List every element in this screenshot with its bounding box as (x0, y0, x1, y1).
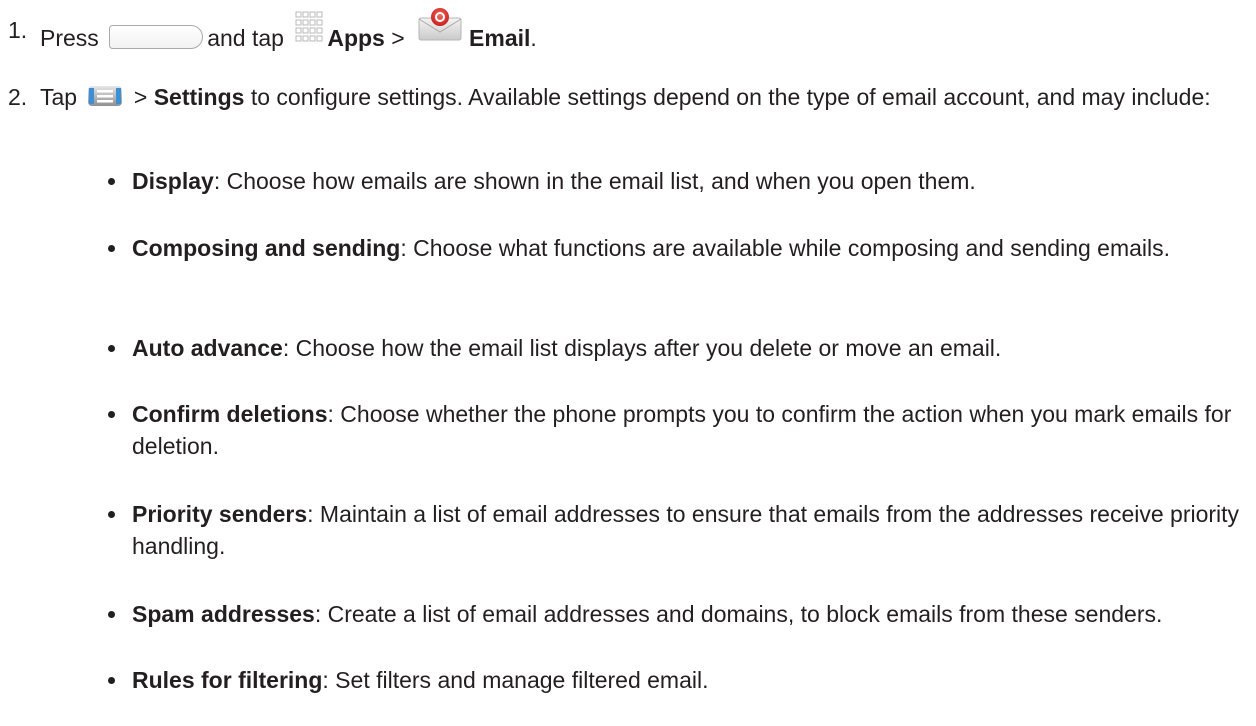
list-item-term: Priority senders (132, 501, 308, 527)
home-key-icon (109, 25, 204, 49)
list-item-desc: : Set filters and manage filtered email. (322, 667, 709, 693)
and-tap-text: and tap (207, 25, 284, 51)
list-item: Composing and sending: Choose what funct… (108, 232, 1242, 264)
menu-key-icon (88, 86, 123, 106)
bullet-icon (108, 178, 115, 185)
list-item: Confirm deletions: Choose whether the ph… (108, 398, 1242, 462)
apps-grid-icon (295, 11, 323, 42)
step-text: Press and tap Apps > Email. (40, 8, 1238, 54)
bullet-icon (108, 345, 115, 352)
settings-label: Settings (153, 84, 245, 110)
list-item-term: Spam addresses (132, 601, 315, 627)
step-1: 1. Press and tap Apps > Email. (8, 8, 1238, 54)
period: . (530, 25, 537, 51)
step-2-description: to configure settings. Available setting… (250, 84, 1211, 110)
list-item-desc: : Choose what functions are available wh… (400, 235, 1171, 261)
list-item-term: Display (132, 168, 214, 194)
list-item-desc: : Choose how the email list displays aft… (282, 335, 1002, 361)
step-2: 2. Tap > Settings to configure settings.… (8, 81, 1238, 113)
step-text: Tap > Settings to configure settings. Av… (40, 81, 1238, 113)
step-number: 1. (8, 17, 28, 43)
list-item: Display: Choose how emails are shown in … (108, 165, 1242, 197)
apps-label: Apps (327, 25, 385, 51)
email-app-icon (418, 8, 462, 41)
bullet-icon (108, 245, 115, 252)
bullet-icon (108, 411, 115, 418)
list-item: Auto advance: Choose how the email list … (108, 332, 1242, 364)
separator: > (391, 25, 405, 51)
email-label: Email (469, 25, 531, 51)
bullet-icon (108, 511, 115, 518)
tap-text: Tap (40, 84, 78, 110)
separator: > (133, 84, 148, 110)
bullet-icon (108, 677, 115, 684)
list-item: Spam addresses: Create a list of email a… (108, 598, 1242, 630)
list-item-term: Rules for filtering (132, 667, 323, 693)
instruction-page: 1. Press and tap Apps > Email. 2. Tap > … (0, 0, 1256, 726)
list-item-term: Composing and sending (132, 235, 401, 261)
list-item-desc: : Create a list of email addresses and d… (314, 601, 1163, 627)
list-item-term: Auto advance (132, 335, 283, 361)
step-number: 2. (8, 84, 28, 110)
bullet-icon (108, 611, 115, 618)
list-item-desc: : Choose how emails are shown in the ema… (213, 168, 976, 194)
list-item: Priority senders: Maintain a list of ema… (108, 498, 1242, 562)
press-text: Press (40, 25, 99, 51)
list-item-term: Confirm deletions (132, 401, 328, 427)
list-item: Rules for filtering: Set filters and man… (108, 664, 1242, 696)
